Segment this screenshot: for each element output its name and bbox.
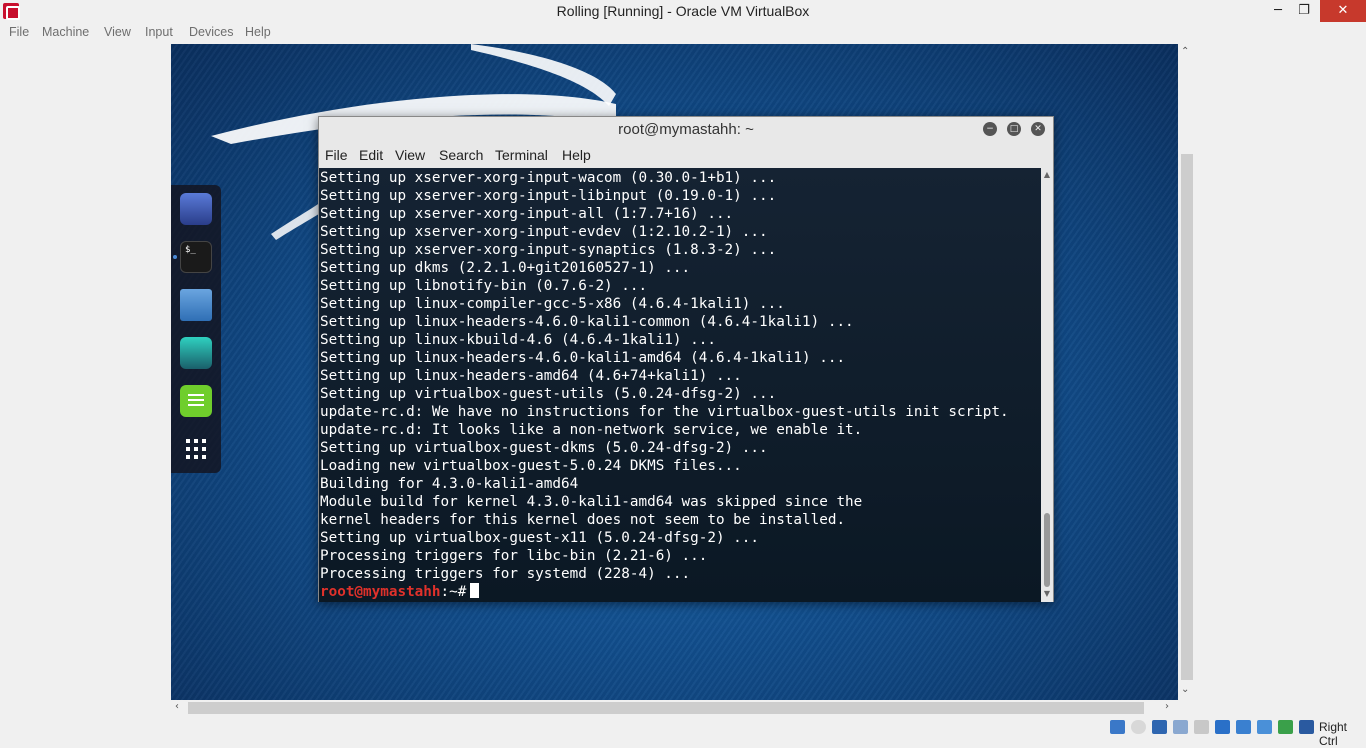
prompt-user: root@mymastahh bbox=[320, 584, 441, 600]
text-cursor bbox=[470, 583, 480, 598]
dock: $_ bbox=[171, 185, 221, 473]
terminal-icon[interactable]: $_ bbox=[180, 241, 212, 273]
terminal-line: Processing triggers for systemd (228-4) … bbox=[320, 566, 691, 582]
apps-grid-icon[interactable] bbox=[180, 433, 212, 465]
files-icon[interactable] bbox=[180, 289, 212, 321]
scroll-left-icon[interactable]: ‹ bbox=[175, 701, 179, 712]
terminal-menu-help[interactable]: Help bbox=[562, 147, 591, 163]
recording-icon[interactable] bbox=[1257, 720, 1272, 734]
terminal-menu-terminal[interactable]: Terminal bbox=[495, 147, 548, 163]
scroll-up-icon[interactable]: ▲ bbox=[1041, 170, 1053, 179]
browser-icon[interactable] bbox=[180, 193, 212, 225]
window-title: Rolling [Running] - Oracle VM VirtualBox bbox=[556, 3, 810, 19]
terminal-line: Setting up libnotify-bin (0.7.6-2) ... bbox=[320, 278, 648, 294]
audio-icon[interactable] bbox=[1152, 720, 1167, 734]
menu-help[interactable]: Help bbox=[245, 25, 271, 39]
notes-icon[interactable] bbox=[180, 385, 212, 417]
terminal-line: Setting up xserver-xorg-input-evdev (1:2… bbox=[320, 224, 768, 240]
terminal-line: Setting up virtualbox-guest-x11 (5.0.24-… bbox=[320, 530, 759, 546]
terminal-line: Setting up dkms (2.2.1.0+git20160527-1) … bbox=[320, 260, 691, 276]
terminal-scrollbar[interactable]: ▲ ▼ bbox=[1041, 168, 1053, 602]
host-menubar: File Machine View Input Devices Help bbox=[0, 22, 1366, 44]
terminal-line: Setting up linux-headers-4.6.0-kali1-com… bbox=[320, 314, 854, 330]
terminal-line: Module build for kernel 4.3.0-kali1-amd6… bbox=[320, 494, 863, 510]
terminal-line: Processing triggers for libc-bin (2.21-6… bbox=[320, 548, 708, 564]
scroll-down-icon[interactable]: ⌄ bbox=[1181, 684, 1189, 695]
terminal-close-icon[interactable]: ✕ bbox=[1031, 122, 1045, 136]
terminal-line: Loading new virtualbox-guest-5.0.24 DKMS… bbox=[320, 458, 742, 474]
restore-button[interactable]: ❐ bbox=[1291, 0, 1317, 22]
network-icon[interactable] bbox=[1173, 720, 1188, 734]
terminal-line: Setting up virtualbox-guest-dkms (5.0.24… bbox=[320, 440, 768, 456]
prompt-path: :~# bbox=[440, 584, 467, 600]
optical-drive-icon[interactable] bbox=[1131, 720, 1146, 734]
terminal-line: Setting up linux-headers-amd64 (4.6+74+k… bbox=[320, 368, 742, 384]
display-icon[interactable] bbox=[1236, 720, 1251, 734]
avatar-icon[interactable] bbox=[180, 337, 212, 369]
mouse-integration-icon[interactable] bbox=[1299, 720, 1314, 734]
terminal-line: kernel headers for this kernel does not … bbox=[320, 512, 846, 528]
horizontal-scrollbar[interactable]: ‹ › bbox=[171, 700, 1178, 716]
terminal-line: Setting up xserver-xorg-input-all (1:7.7… bbox=[320, 206, 734, 222]
terminal-line: Setting up linux-kbuild-4.6 (4.6.4-1kali… bbox=[320, 332, 716, 348]
terminal-menu-edit[interactable]: Edit bbox=[359, 147, 383, 163]
terminal-line: Setting up xserver-xorg-input-synaptics … bbox=[320, 242, 777, 258]
vm-display[interactable]: $_ root@mymastahh: ~ − □ ✕ File Edit Vie… bbox=[171, 44, 1178, 700]
scroll-down-icon[interactable]: ▼ bbox=[1041, 589, 1053, 598]
terminal-output[interactable]: Setting up xserver-xorg-input-wacom (0.3… bbox=[319, 168, 1041, 602]
host-titlebar: Rolling [Running] - Oracle VM VirtualBox… bbox=[0, 0, 1366, 22]
vertical-scroll-thumb[interactable] bbox=[1181, 154, 1193, 680]
shared-folders-icon[interactable] bbox=[1215, 720, 1230, 734]
scroll-right-icon[interactable]: › bbox=[1165, 701, 1169, 712]
scroll-up-icon[interactable]: ⌃ bbox=[1181, 46, 1189, 57]
menu-view[interactable]: View bbox=[104, 25, 131, 39]
active-indicator bbox=[173, 255, 177, 259]
terminal-scroll-thumb[interactable] bbox=[1044, 513, 1050, 587]
menu-file[interactable]: File bbox=[9, 25, 29, 39]
terminal-line: Setting up linux-headers-4.6.0-kali1-amd… bbox=[320, 350, 846, 366]
horizontal-scroll-thumb[interactable] bbox=[188, 702, 1144, 714]
terminal-window[interactable]: root@mymastahh: ~ − □ ✕ File Edit View S… bbox=[318, 116, 1054, 602]
terminal-line: Setting up xserver-xorg-input-libinput (… bbox=[320, 188, 777, 204]
terminal-titlebar[interactable]: root@mymastahh: ~ − □ ✕ bbox=[319, 117, 1053, 143]
terminal-line: Building for 4.3.0-kali1-amd64 bbox=[320, 476, 579, 492]
terminal-prompt[interactable]: root@mymastahh:~# bbox=[320, 583, 1009, 601]
terminal-menu-view[interactable]: View bbox=[395, 147, 425, 163]
vertical-scrollbar[interactable]: ⌃ ⌄ bbox=[1178, 44, 1194, 700]
usb-icon[interactable] bbox=[1194, 720, 1209, 734]
terminal-lines: Setting up xserver-xorg-input-wacom (0.3… bbox=[320, 169, 1009, 601]
hard-disk-icon[interactable] bbox=[1110, 720, 1125, 734]
host-key-label: Right Ctrl bbox=[1319, 720, 1348, 748]
close-button[interactable]: ✕ bbox=[1320, 0, 1366, 22]
menu-machine[interactable]: Machine bbox=[42, 25, 89, 39]
cpu-icon[interactable] bbox=[1278, 720, 1293, 734]
menu-devices[interactable]: Devices bbox=[189, 25, 233, 39]
menu-input[interactable]: Input bbox=[145, 25, 173, 39]
terminal-maximize-icon[interactable]: □ bbox=[1007, 122, 1021, 136]
terminal-line: Setting up xserver-xorg-input-wacom (0.3… bbox=[320, 170, 777, 186]
statusbar: Right Ctrl bbox=[0, 717, 1366, 748]
terminal-menubar: File Edit View Search Terminal Help bbox=[319, 143, 1053, 168]
terminal-minimize-icon[interactable]: − bbox=[983, 122, 997, 136]
terminal-line: Setting up linux-compiler-gcc-5-x86 (4.6… bbox=[320, 296, 785, 312]
terminal-line: update-rc.d: We have no instructions for… bbox=[320, 404, 1009, 420]
terminal-menu-search[interactable]: Search bbox=[439, 147, 483, 163]
minimize-button[interactable]: ─ bbox=[1265, 0, 1291, 22]
terminal-line: Setting up virtualbox-guest-utils (5.0.2… bbox=[320, 386, 777, 402]
terminal-line: update-rc.d: It looks like a non-network… bbox=[320, 422, 863, 438]
terminal-title: root@mymastahh: ~ bbox=[618, 121, 754, 138]
terminal-menu-file[interactable]: File bbox=[325, 147, 348, 163]
